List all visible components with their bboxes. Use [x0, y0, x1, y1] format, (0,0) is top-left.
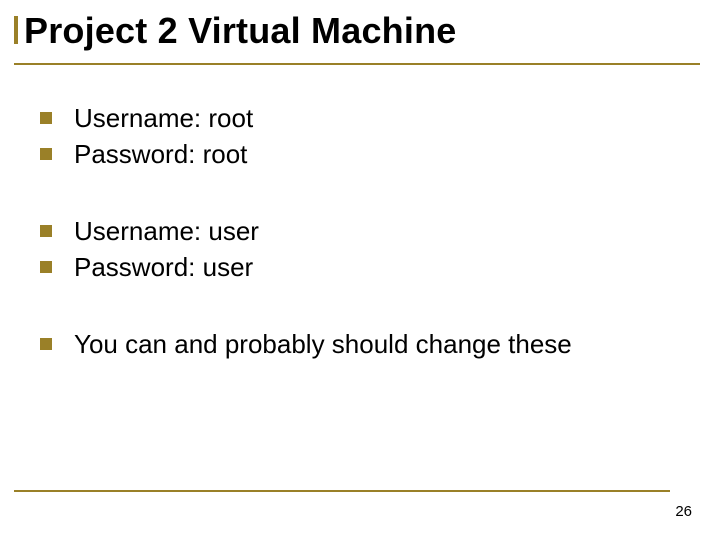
bullet-group: Username: user Password: user: [40, 213, 680, 286]
bullet-group: Username: root Password: root: [40, 100, 680, 173]
title-block: Project 2 Virtual Machine: [14, 10, 700, 65]
title-accent-bar: [14, 16, 18, 44]
list-item: Username: user: [40, 213, 680, 249]
bullet-group: You can and probably should change these: [40, 326, 680, 362]
bullet-text: Password: user: [74, 249, 680, 285]
title-underline: [14, 63, 700, 65]
bullet-text: Username: user: [74, 213, 680, 249]
list-item: Username: root: [40, 100, 680, 136]
square-bullet-icon: [40, 112, 52, 124]
square-bullet-icon: [40, 261, 52, 273]
list-item: Password: user: [40, 249, 680, 285]
slide-title: Project 2 Virtual Machine: [14, 10, 700, 61]
bullet-text: Password: root: [74, 136, 680, 172]
list-item: You can and probably should change these: [40, 326, 680, 362]
body-content: Username: root Password: root Username: …: [40, 100, 680, 402]
bullet-text: Username: root: [74, 100, 680, 136]
footer-underline: [14, 490, 670, 492]
bullet-text: You can and probably should change these: [74, 326, 680, 362]
slide: Project 2 Virtual Machine Username: root…: [0, 0, 720, 540]
square-bullet-icon: [40, 338, 52, 350]
square-bullet-icon: [40, 225, 52, 237]
list-item: Password: root: [40, 136, 680, 172]
square-bullet-icon: [40, 148, 52, 160]
page-number: 26: [675, 503, 692, 520]
